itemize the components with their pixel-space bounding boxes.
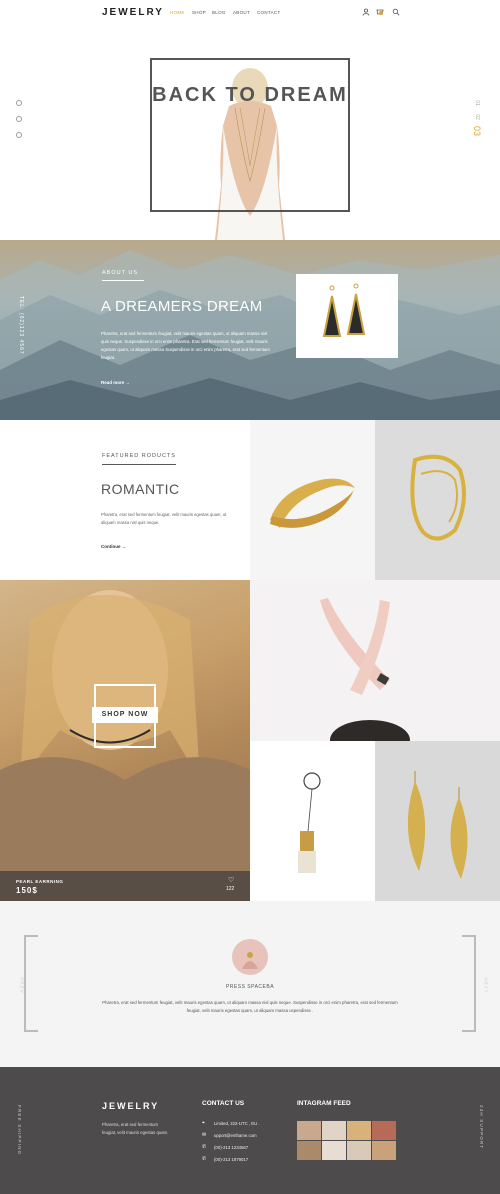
- instagram-thumb[interactable]: [322, 1141, 346, 1160]
- search-icon[interactable]: [392, 8, 400, 16]
- about-section: TEL: (02)123 4567 ABOUT US A DREAMERS DR…: [0, 240, 500, 420]
- site-header: JEWELRY HOME SHOP BLOG ABOUT CONTACT: [0, 0, 500, 28]
- left-bracket: [24, 935, 38, 1032]
- heart-icon[interactable]: ♡: [228, 876, 234, 884]
- hero-title: BACK TO DREAM: [152, 84, 348, 106]
- instagram-thumb[interactable]: [347, 1141, 371, 1160]
- contact-title: CONTACT US: [202, 1100, 245, 1107]
- hands-model-image: [250, 580, 500, 741]
- about-text: Pharetra, erat sed fermentum feugiat, ve…: [101, 331, 270, 360]
- instagram-thumb[interactable]: [322, 1121, 346, 1140]
- contact-email[interactable]: upport@enthame.com: [214, 1133, 257, 1138]
- hero-section: BACK TO DREAM 01 02 03: [0, 28, 500, 240]
- footer-logo[interactable]: JEWELRY: [102, 1101, 159, 1111]
- arrow-right-icon: →: [125, 380, 131, 385]
- cart-badge: [379, 11, 383, 15]
- feather-earrings-image[interactable]: [375, 741, 500, 901]
- phone-icon: ✆: [202, 1144, 207, 1150]
- featured-section: FEATURED RODUCTS ROMANTIC Pharetra, erat…: [0, 420, 500, 580]
- next-button[interactable]: NEXT: [484, 977, 489, 993]
- free-shipping-label: FREE SHIPPING: [17, 1105, 22, 1156]
- facebook-icon[interactable]: [16, 100, 22, 106]
- footer-text: Pharetra, erat sed fermentum feugiat, ve…: [102, 1122, 169, 1135]
- like-count: 122: [226, 886, 235, 892]
- pendant-product-image[interactable]: [250, 741, 375, 901]
- testimonial-avatar: [232, 939, 268, 975]
- contact-address: Limited, 222-UTC , EU .: [214, 1121, 260, 1126]
- telephone-vertical: TEL: (02)123 4567: [18, 296, 24, 355]
- instagram-thumb[interactable]: [372, 1141, 396, 1160]
- contact-phone-2[interactable]: (00)-213 1879017: [214, 1157, 248, 1162]
- about-title: A DREAMERS DREAM: [101, 298, 263, 315]
- support-label: 24H SUPPORT: [479, 1105, 484, 1150]
- location-icon: ⌖: [202, 1120, 205, 1126]
- featured-label: FEATURED RODUCTS: [102, 453, 176, 465]
- slide-prev-number[interactable]: 01: [474, 100, 480, 106]
- right-bracket: [462, 935, 476, 1032]
- shop-now-button[interactable]: SHOP NOW: [92, 707, 158, 723]
- about-label: ABOUT US: [102, 270, 144, 281]
- featured-text: Pharetra, erat sed fermentum feugiat, ve…: [101, 512, 227, 525]
- nav-contact[interactable]: CONTACT: [257, 10, 281, 15]
- site-logo[interactable]: JEWELRY: [102, 7, 164, 18]
- pinterest-icon[interactable]: [16, 132, 22, 138]
- hero-frame: [150, 58, 350, 212]
- contact-phone-1[interactable]: (00)-213 1234567: [214, 1145, 248, 1150]
- instagram-thumb[interactable]: [297, 1141, 321, 1160]
- continue-label: Continue: [101, 544, 121, 549]
- user-icon[interactable]: [362, 8, 370, 16]
- slide-current-number[interactable]: 03: [472, 126, 482, 136]
- phone-icon: ✆: [202, 1156, 207, 1162]
- earring-product-image[interactable]: [296, 274, 398, 358]
- testimonial-name: PRESS SPACEBA: [225, 984, 275, 990]
- nav-shop[interactable]: SHOP: [192, 10, 206, 15]
- product-name: PEARL EARRNING: [16, 879, 64, 884]
- promo-model-image: SHOP NOW PEARL EARRNING 150$ ♡ 122: [0, 580, 250, 901]
- read-more-link[interactable]: Read more →: [101, 380, 130, 385]
- instagram-thumb[interactable]: [297, 1121, 321, 1140]
- product-price: 150$: [16, 886, 38, 895]
- arrow-right-icon: →: [121, 544, 127, 549]
- read-more-label: Read more: [101, 380, 125, 385]
- prev-button[interactable]: PREV: [20, 977, 25, 993]
- necklace-product-image[interactable]: [375, 420, 500, 580]
- mail-icon: ✉: [202, 1132, 207, 1138]
- instagram-thumb[interactable]: [347, 1121, 371, 1140]
- featured-title: ROMANTIC: [101, 481, 180, 497]
- nav-about[interactable]: ABOUT: [233, 10, 250, 15]
- testimonial-text: Pharetra, erat sed fermentum feugiat, ve…: [102, 1000, 398, 1013]
- instagram-title: INTAGRAM FEED: [297, 1100, 351, 1107]
- instagram-thumb[interactable]: [372, 1121, 396, 1140]
- nav-home[interactable]: HOME: [170, 10, 185, 15]
- nav-blog[interactable]: BLOG: [212, 10, 226, 15]
- testimonial-section: PREV NEXT PRESS SPACEBA Pharetra, erat s…: [0, 901, 500, 1067]
- slide-total-number[interactable]: 02: [474, 114, 480, 120]
- continue-link[interactable]: Continue →: [101, 544, 126, 549]
- bracelet-product-image[interactable]: [250, 420, 375, 580]
- twitter-icon[interactable]: [16, 116, 22, 122]
- site-footer: FREE SHIPPING 24H SUPPORT JEWELRY Pharet…: [0, 1067, 500, 1194]
